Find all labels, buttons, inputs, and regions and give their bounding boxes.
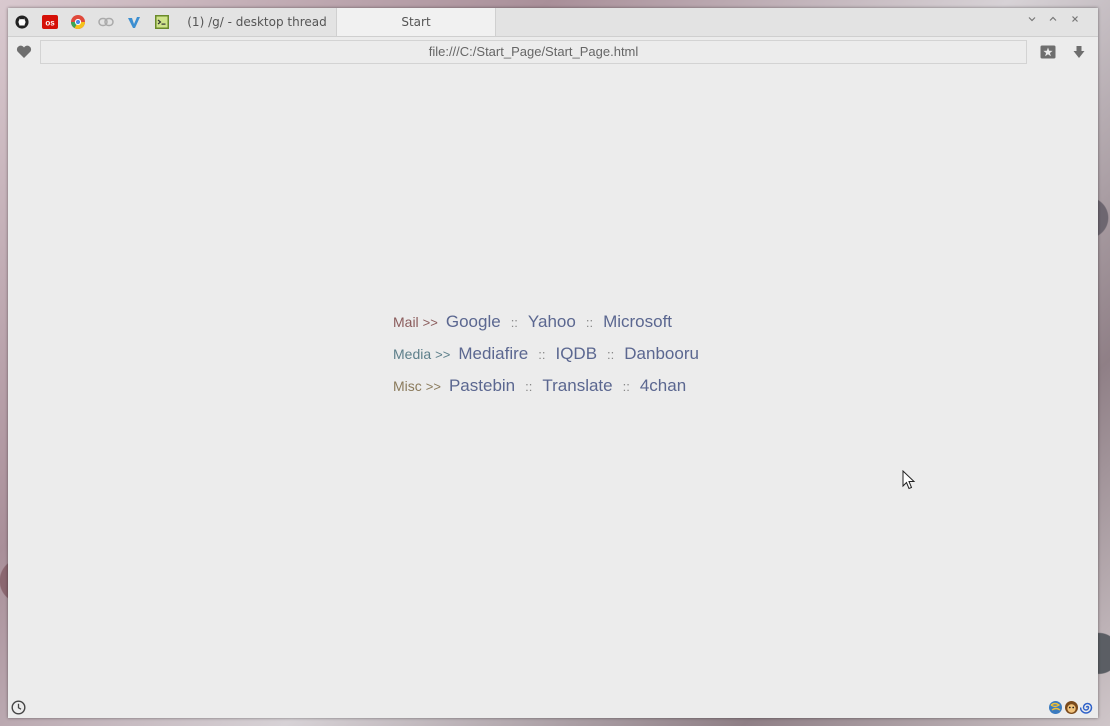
tab-bar: os (1) /g/ - desktop thread Start — [8, 8, 1098, 37]
link-row-media: Media >> Mediafire:: IQDB:: Danbooru — [393, 342, 699, 374]
browser-window: os (1) /g/ - desktop thread Start file:/… — [8, 8, 1098, 718]
heart-icon[interactable] — [14, 42, 34, 62]
link-separator: :: — [585, 315, 594, 330]
github-icon[interactable] — [8, 8, 36, 36]
bookmark-star-icon[interactable] — [1038, 42, 1058, 62]
tab-desktop-thread[interactable]: (1) /g/ - desktop thread — [178, 8, 336, 36]
close-icon — [1072, 16, 1078, 22]
minimize-button[interactable] — [1022, 12, 1042, 30]
category-label: Media — [393, 346, 432, 362]
chrome-color-icon[interactable] — [64, 8, 92, 36]
link-google[interactable]: Google — [446, 312, 501, 331]
link-microsoft[interactable]: Microsoft — [603, 312, 672, 331]
navigation-bar: file:///C:/Start_Page/Start_Page.html — [8, 37, 1098, 67]
addon-monkey-icon[interactable] — [1064, 700, 1079, 719]
category-label: Misc — [393, 378, 422, 394]
addon-swirl-icon[interactable] — [1079, 700, 1095, 719]
link-separator: :: — [538, 347, 546, 362]
link-row-misc: Misc >> Pastebin:: Translate:: 4chan — [393, 374, 699, 406]
link-pastebin[interactable]: Pastebin — [449, 376, 515, 395]
link-4chan[interactable]: 4chan — [640, 376, 686, 395]
link-row-mail: Mail >> Google:: Yahoo:: Microsoft — [393, 310, 699, 342]
address-bar[interactable]: file:///C:/Start_Page/Start_Page.html — [40, 40, 1027, 64]
link-translate[interactable]: Translate — [542, 376, 612, 395]
terminal-icon[interactable] — [148, 8, 176, 36]
svg-text:os: os — [45, 19, 55, 28]
link-separator: :: — [622, 379, 630, 394]
link-danbooru[interactable]: Danbooru — [624, 344, 699, 363]
category-arrow: >> — [422, 315, 438, 330]
start-page-links: Mail >> Google:: Yahoo:: Microsoft Media >> Me… — [393, 310, 699, 406]
lastfm-icon[interactable]: os — [36, 8, 64, 36]
category-label: Mail — [393, 314, 419, 330]
mouse-cursor-icon — [902, 469, 916, 494]
download-arrow-icon[interactable] — [1069, 42, 1089, 62]
link-separator: :: — [510, 315, 518, 330]
vimeo-like-icon[interactable] — [120, 8, 148, 36]
chevron-up-icon — [1049, 16, 1057, 21]
link-separator: :: — [607, 347, 615, 362]
status-bar — [8, 698, 1098, 718]
category-arrow: >> — [435, 347, 451, 362]
link-separator: :: — [525, 379, 533, 394]
link-iqdb[interactable]: IQDB — [555, 344, 597, 363]
chevron-down-icon — [1028, 17, 1036, 22]
close-button[interactable] — [1065, 12, 1085, 30]
tab-start[interactable]: Start — [336, 8, 496, 36]
addon-globe-icon[interactable] — [1048, 700, 1063, 719]
link-yahoo[interactable]: Yahoo — [528, 312, 576, 331]
maximize-button[interactable] — [1043, 12, 1063, 30]
category-arrow: >> — [425, 379, 441, 394]
link-mediafire[interactable]: Mediafire — [458, 344, 528, 363]
history-clock-icon[interactable] — [11, 700, 26, 719]
link-chain-icon[interactable] — [92, 8, 120, 36]
